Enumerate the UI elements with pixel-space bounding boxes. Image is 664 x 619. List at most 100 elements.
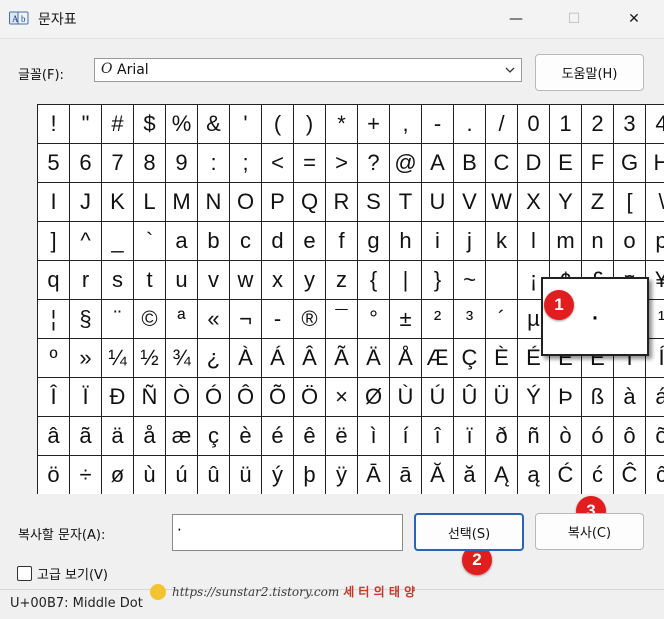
character-cell[interactable]: | (390, 261, 422, 300)
character-cell[interactable]: ÿ (326, 456, 358, 494)
character-cell[interactable]: c (230, 222, 262, 261)
character-cell[interactable]: E (550, 144, 582, 183)
character-cell[interactable]: ^ (70, 222, 102, 261)
character-cell[interactable]: ß (582, 378, 614, 417)
character-cell[interactable]: ( (262, 105, 294, 144)
character-cell[interactable]: - (422, 105, 454, 144)
character-cell[interactable]: Ć (550, 456, 582, 494)
character-cell[interactable]: ´ (486, 300, 518, 339)
character-cell[interactable]: T (390, 183, 422, 222)
character-cell[interactable]: # (102, 105, 134, 144)
character-cell[interactable]: ã (70, 417, 102, 456)
character-cell[interactable]: - (262, 300, 294, 339)
character-cell[interactable]: ì (358, 417, 390, 456)
character-cell[interactable]: , (390, 105, 422, 144)
character-cell[interactable]: n (582, 222, 614, 261)
character-cell[interactable]: V (454, 183, 486, 222)
character-cell[interactable]: © (134, 300, 166, 339)
character-cell[interactable]: Ò (166, 378, 198, 417)
character-cell[interactable]: º (38, 339, 70, 378)
character-cell[interactable]: I (38, 183, 70, 222)
character-cell[interactable]: ð (486, 417, 518, 456)
character-cell[interactable]: þ (294, 456, 326, 494)
character-cell[interactable]: « (198, 300, 230, 339)
character-cell[interactable]: è (230, 417, 262, 456)
help-button[interactable]: 도움말(H) (535, 54, 644, 91)
character-cell[interactable]: Å (390, 339, 422, 378)
character-cell[interactable]: õ (646, 417, 664, 456)
character-cell[interactable]: L (134, 183, 166, 222)
character-cell[interactable]: Ñ (134, 378, 166, 417)
character-cell[interactable]: y (294, 261, 326, 300)
character-cell[interactable]: ¦ (38, 300, 70, 339)
character-cell[interactable]: ć (582, 456, 614, 494)
character-cell[interactable]: 5 (38, 144, 70, 183)
character-cell[interactable]: 8 (134, 144, 166, 183)
character-cell[interactable]: ¬ (230, 300, 262, 339)
character-cell[interactable]: Ç (454, 339, 486, 378)
font-select[interactable]: O Arial (94, 58, 522, 82)
character-cell[interactable]: ă (454, 456, 486, 494)
character-cell[interactable]: A (422, 144, 454, 183)
character-cell[interactable]: x (262, 261, 294, 300)
character-cell[interactable]: W (486, 183, 518, 222)
character-cell[interactable]: ó (582, 417, 614, 456)
close-button[interactable]: ✕ (604, 0, 664, 38)
character-cell[interactable]: ÷ (70, 456, 102, 494)
character-cell[interactable]: Ø (358, 378, 390, 417)
character-cell[interactable]: f (326, 222, 358, 261)
character-cell[interactable]: ¾ (166, 339, 198, 378)
character-cell[interactable]: æ (166, 417, 198, 456)
character-cell[interactable]: ³ (454, 300, 486, 339)
character-cell[interactable]: ñ (518, 417, 550, 456)
character-cell[interactable]: " (70, 105, 102, 144)
characters-to-copy-input[interactable]: · (172, 514, 403, 551)
character-cell[interactable]: 0 (518, 105, 550, 144)
character-cell[interactable]: 7 (102, 144, 134, 183)
character-cell[interactable]: \ (646, 183, 664, 222)
character-cell[interactable]: { (358, 261, 390, 300)
character-cell[interactable]: g (358, 222, 390, 261)
character-cell[interactable]: s (102, 261, 134, 300)
character-cell[interactable]: ą (518, 456, 550, 494)
character-cell[interactable]: » (70, 339, 102, 378)
character-cell[interactable]: X (518, 183, 550, 222)
character-cell[interactable]: D (518, 144, 550, 183)
maximize-button[interactable]: ☐ (544, 0, 604, 38)
character-cell[interactable]: P (262, 183, 294, 222)
character-cell[interactable]: N (198, 183, 230, 222)
character-cell[interactable]: Z (582, 183, 614, 222)
character-cell[interactable]: z (326, 261, 358, 300)
character-cell[interactable]: Ĉ (614, 456, 646, 494)
character-cell[interactable]: Ï (70, 378, 102, 417)
character-cell[interactable]: ] (38, 222, 70, 261)
character-cell[interactable]: = (294, 144, 326, 183)
character-cell[interactable]: i (422, 222, 454, 261)
character-cell[interactable]: ; (230, 144, 262, 183)
character-cell[interactable]: å (134, 417, 166, 456)
character-cell[interactable]: ª (166, 300, 198, 339)
character-cell[interactable]: < (262, 144, 294, 183)
character-cell[interactable]: û (198, 456, 230, 494)
character-cell[interactable]: ĉ (646, 456, 664, 494)
character-cell[interactable]: Ã (326, 339, 358, 378)
character-cell[interactable]: Ó (198, 378, 230, 417)
character-cell[interactable]: $ (134, 105, 166, 144)
character-cell[interactable]: ~ (454, 261, 486, 300)
character-cell[interactable]: v (198, 261, 230, 300)
character-cell[interactable]: í (390, 417, 422, 456)
character-cell[interactable]: â (38, 417, 70, 456)
character-cell[interactable]: 4 (646, 105, 664, 144)
character-cell[interactable]: Ð (102, 378, 134, 417)
character-cell[interactable]: é (262, 417, 294, 456)
character-cell[interactable]: p (646, 222, 664, 261)
advanced-view-checkbox[interactable]: 고급 보기(V) (17, 564, 108, 583)
character-cell[interactable]: H (646, 144, 664, 183)
character-cell[interactable]: e (294, 222, 326, 261)
character-cell[interactable]: q (38, 261, 70, 300)
character-cell[interactable]: ý (262, 456, 294, 494)
character-cell[interactable] (486, 261, 518, 300)
character-cell[interactable]: & (198, 105, 230, 144)
character-cell[interactable]: 6 (70, 144, 102, 183)
character-cell[interactable]: M (166, 183, 198, 222)
